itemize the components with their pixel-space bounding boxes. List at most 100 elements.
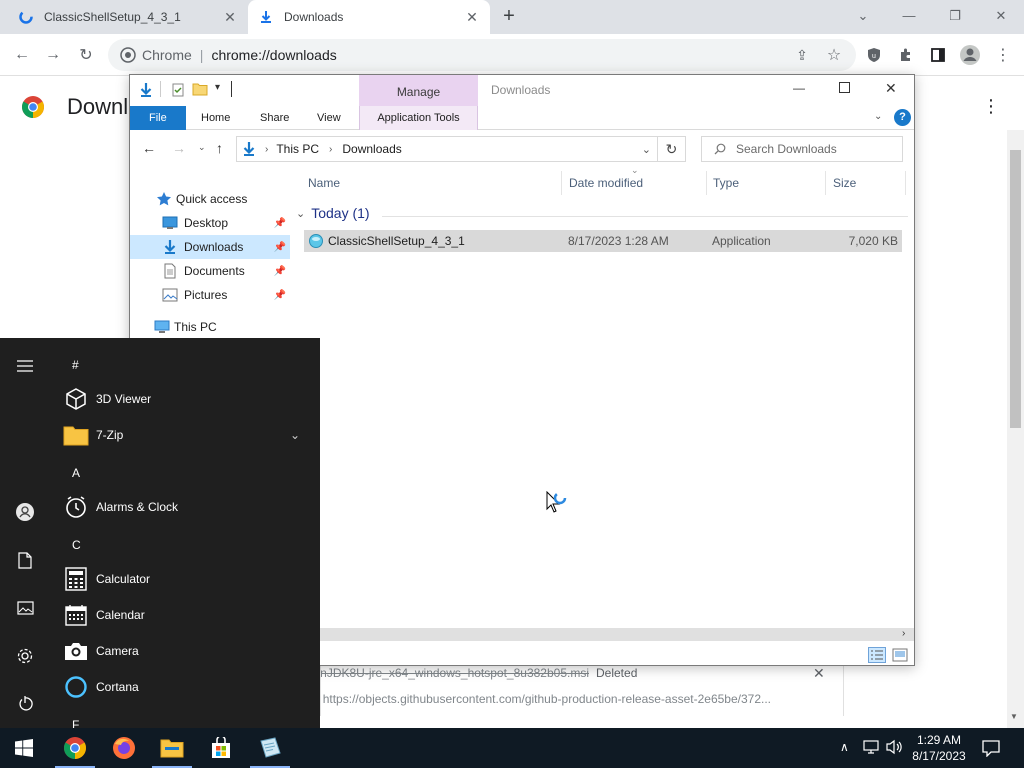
power-icon[interactable] — [13, 692, 37, 716]
group-header[interactable]: ⌄ Today (1) — [296, 205, 370, 221]
column-size[interactable]: Size — [831, 171, 906, 195]
refresh-icon[interactable]: ↻ — [658, 136, 686, 162]
search-input[interactable]: Search Downloads — [701, 136, 903, 162]
ublock-icon[interactable]: u — [861, 42, 887, 68]
page-scrollbar[interactable] — [1007, 130, 1024, 728]
share-icon[interactable]: ⇪ — [789, 42, 815, 68]
taskbar-classicshell-setup[interactable] — [246, 728, 294, 768]
app-alarms-clock[interactable]: Alarms & Clock — [62, 489, 312, 525]
taskbar-clock[interactable]: 1:29 AM 8/17/2023 — [906, 732, 972, 764]
remove-download-icon[interactable]: ✕ — [813, 665, 825, 682]
back-icon[interactable]: ← — [9, 42, 35, 68]
page-menu-icon[interactable]: ⋮ — [982, 96, 1000, 117]
scroll-right-icon[interactable]: › — [902, 628, 905, 639]
reload-icon[interactable]: ↻ — [73, 42, 99, 68]
pictures-icon[interactable] — [13, 596, 37, 620]
hamburger-menu-icon[interactable] — [13, 354, 37, 378]
nav-downloads[interactable]: Downloads 📌 — [130, 235, 290, 259]
app-3d-viewer[interactable]: 3D Viewer — [62, 381, 312, 417]
ribbon-tab-file[interactable]: File — [130, 106, 186, 130]
network-icon[interactable] — [863, 740, 879, 754]
nav-pictures[interactable]: Pictures 📌 — [130, 283, 290, 307]
pin-icon[interactable]: 📌 — [274, 218, 286, 229]
app-calendar[interactable]: Calendar — [62, 597, 312, 633]
scroll-down-icon[interactable]: ▼ — [1010, 712, 1018, 721]
back-icon[interactable]: ← — [142, 140, 156, 156]
side-panel-icon[interactable] — [925, 42, 951, 68]
address-dropdown-icon[interactable]: ⌄ — [642, 143, 651, 156]
nav-documents[interactable]: Documents 📌 — [130, 259, 290, 283]
star-icon[interactable]: ☆ — [821, 42, 847, 68]
section-letter[interactable]: C — [72, 538, 81, 552]
expand-ribbon-icon[interactable]: ⌄ — [874, 111, 882, 122]
download-url[interactable]: https://objects.githubusercontent.com/gi… — [323, 692, 771, 706]
ribbon-tab-share[interactable]: Share — [248, 106, 301, 130]
section-letter[interactable]: F — [72, 718, 79, 728]
taskbar-file-explorer[interactable] — [148, 728, 196, 768]
new-folder-icon[interactable] — [192, 82, 208, 96]
chrome-menu-icon[interactable]: ⋮ — [990, 42, 1016, 68]
details-view-icon[interactable] — [868, 647, 886, 663]
horizontal-scrollbar[interactable] — [320, 628, 914, 641]
minimize-icon[interactable]: — — [886, 4, 932, 28]
ribbon-tab-view[interactable]: View — [305, 106, 353, 130]
column-name[interactable]: Name — [306, 171, 562, 195]
minimize-icon[interactable]: — — [793, 81, 805, 95]
restore-icon[interactable]: ❐ — [932, 4, 978, 28]
close-icon[interactable]: ✕ — [885, 80, 897, 97]
tab-downloads[interactable]: Downloads ✕ — [248, 0, 490, 34]
settings-gear-icon[interactable] — [13, 644, 37, 668]
app-7zip[interactable]: 7-Zip ⌄ — [62, 417, 312, 453]
section-letter[interactable]: # — [72, 358, 79, 372]
large-icons-view-icon[interactable] — [892, 648, 908, 662]
qat-dropdown-icon[interactable]: ▾ — [215, 82, 220, 93]
column-type[interactable]: Type — [711, 171, 826, 195]
properties-icon[interactable] — [171, 83, 185, 97]
documents-icon[interactable] — [13, 548, 37, 572]
address-bar[interactable]: › This PC › Downloads ⌄ — [236, 136, 658, 162]
tab-search-icon[interactable]: ⌄ — [840, 4, 886, 28]
help-icon[interactable]: ? — [894, 109, 911, 126]
taskbar-chrome[interactable] — [51, 728, 99, 768]
show-hidden-icons-icon[interactable]: ∧ — [840, 740, 849, 754]
close-window-icon[interactable]: ✕ — [978, 4, 1024, 28]
start-button[interactable] — [0, 728, 48, 768]
breadcrumb-downloads[interactable]: Downloads — [342, 142, 401, 156]
breadcrumb-this-pc[interactable]: This PC — [276, 142, 319, 156]
app-calculator[interactable]: Calculator — [62, 561, 312, 597]
new-tab-button[interactable]: + — [498, 6, 520, 28]
ribbon-tab-application-tools[interactable]: Application Tools — [359, 106, 478, 130]
user-account-icon[interactable] — [13, 500, 37, 524]
nav-quick-access[interactable]: Quick access — [130, 187, 290, 211]
tab-classicshell[interactable]: ClassicShellSetup_4_3_1 ✕ — [8, 0, 248, 34]
taskbar-firefox[interactable] — [100, 728, 148, 768]
collapse-group-icon[interactable]: ⌄ — [296, 207, 305, 220]
nav-this-pc[interactable]: This PC — [130, 315, 290, 339]
forward-icon[interactable]: → — [40, 42, 66, 68]
app-cortana[interactable]: Cortana — [62, 669, 312, 705]
pin-icon[interactable]: 📌 — [274, 242, 286, 253]
nav-desktop[interactable]: Desktop 📌 — [130, 211, 290, 235]
maximize-icon[interactable] — [839, 82, 850, 93]
app-camera[interactable]: Camera — [62, 633, 312, 669]
scrollbar-thumb[interactable] — [1010, 150, 1021, 428]
ribbon-tab-home[interactable]: Home — [189, 106, 242, 130]
section-letter[interactable]: A — [72, 466, 80, 480]
forward-icon[interactable]: → — [172, 140, 186, 156]
pin-icon[interactable]: 📌 — [274, 290, 286, 301]
profile-avatar-icon[interactable] — [957, 42, 983, 68]
taskbar-store[interactable] — [197, 728, 245, 768]
chevron-down-icon[interactable]: ⌄ — [290, 428, 300, 442]
notification-center-icon[interactable] — [982, 739, 1000, 757]
extensions-icon[interactable] — [893, 42, 919, 68]
pin-icon[interactable]: 📌 — [274, 266, 286, 277]
up-icon[interactable]: ↑ — [216, 140, 223, 156]
recent-locations-icon[interactable]: ⌄ — [198, 142, 206, 153]
download-filename[interactable]: OpenJDK8U-jre_x64_windows_hotspot_8u382b… — [321, 666, 589, 680]
omnibox[interactable]: Chrome | chrome://downloads — [108, 39, 856, 71]
close-icon[interactable]: ✕ — [464, 9, 480, 25]
manage-context-tab[interactable]: Manage — [359, 75, 478, 106]
file-row[interactable]: ClassicShellSetup_4_3_1 8/17/2023 1:28 A… — [304, 230, 902, 252]
volume-icon[interactable] — [886, 739, 904, 755]
close-icon[interactable]: ✕ — [222, 9, 238, 25]
